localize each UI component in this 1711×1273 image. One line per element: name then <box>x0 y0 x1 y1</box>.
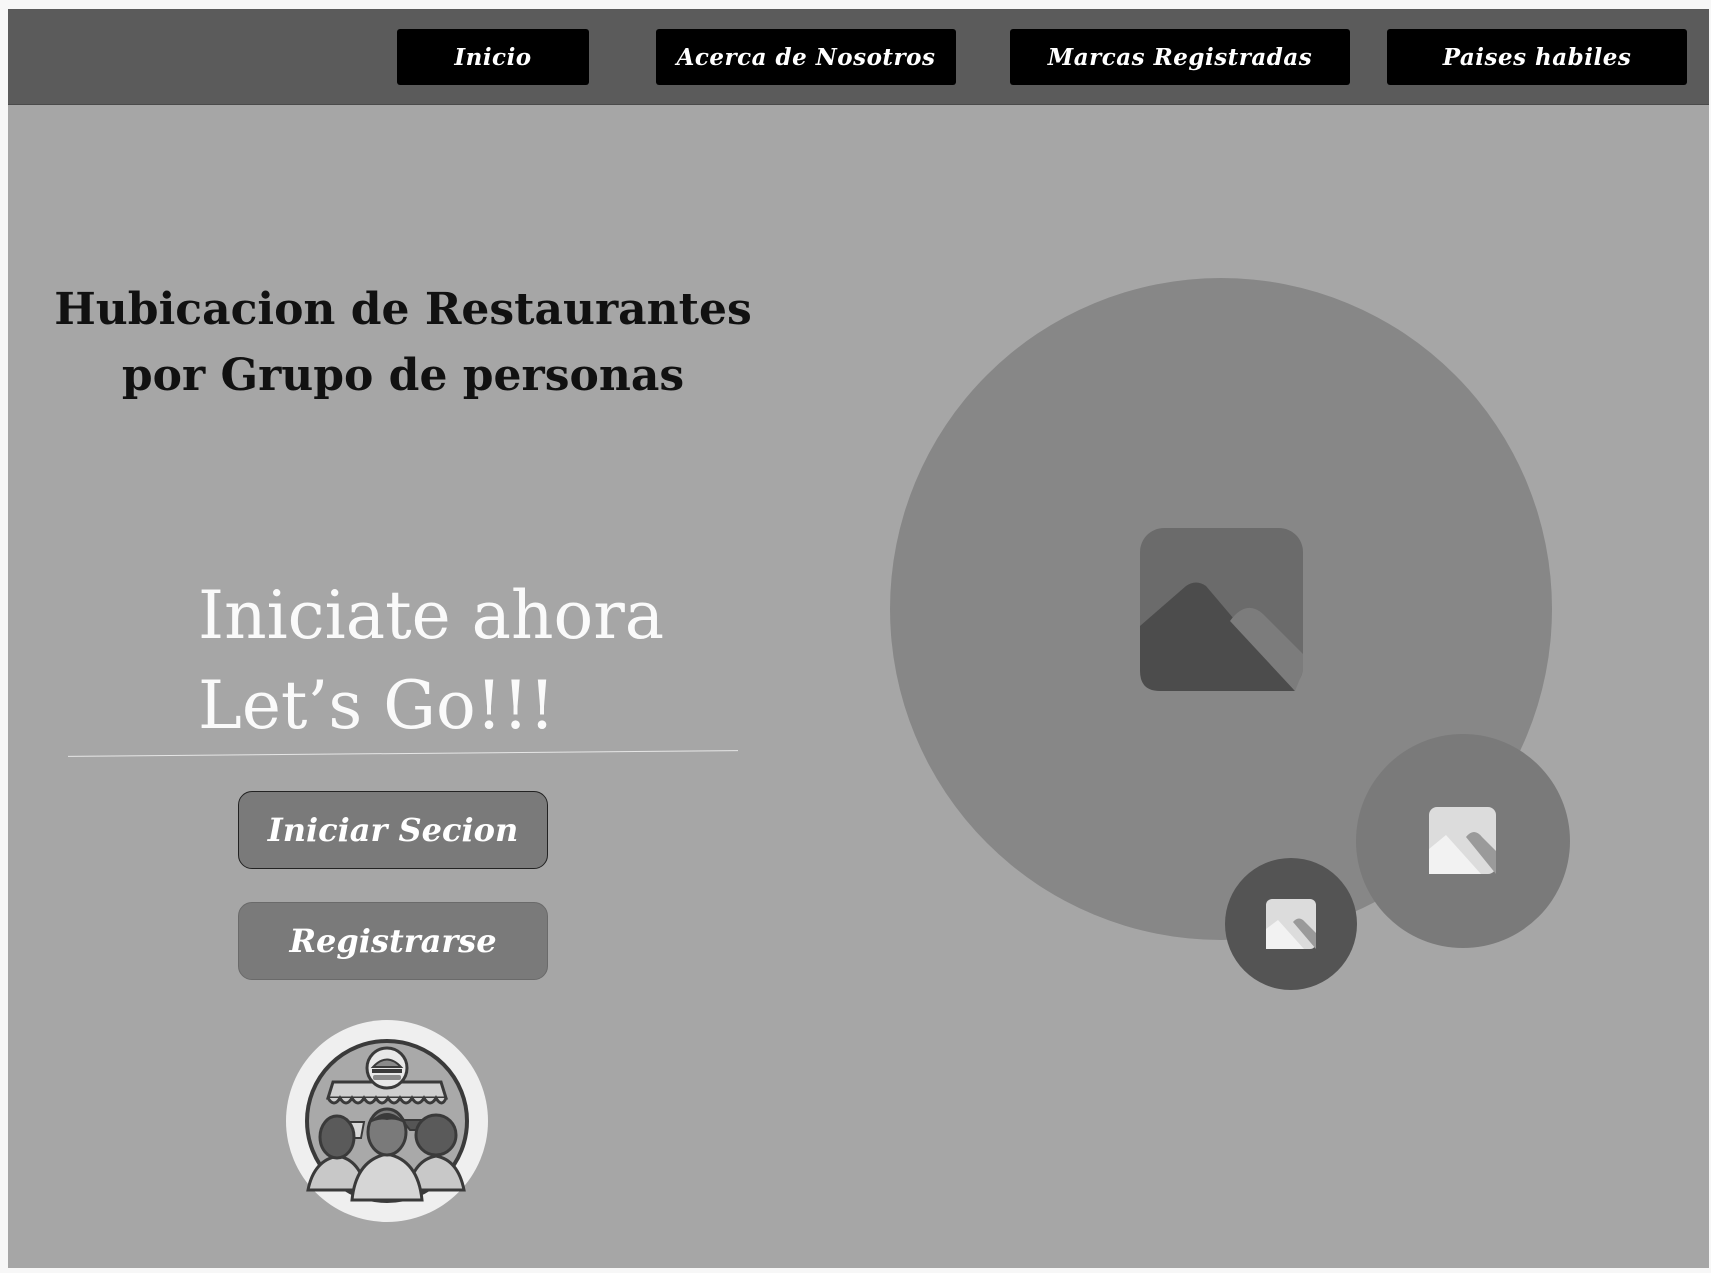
image-placeholder-icon <box>1429 807 1496 874</box>
cta-text: Iniciate ahora Let’s Go!!! <box>198 571 664 751</box>
hero-title-line2: por Grupo de personas <box>121 350 685 401</box>
login-button[interactable]: Iniciar Secion <box>238 791 548 869</box>
image-placeholder-icon <box>1140 528 1303 691</box>
restaurant-group-logo-icon <box>286 1020 488 1222</box>
image-placeholder-icon <box>1266 899 1316 949</box>
hero-title: Hubicacion de Restaurantes por Grupo de … <box>48 277 758 409</box>
page-frame: Inicio Acerca de Nosotros Marcas Registr… <box>8 9 1709 1268</box>
cta-line2: Let’s Go!!! <box>198 667 556 744</box>
register-button[interactable]: Registrarse <box>238 902 548 980</box>
cta-line1: Iniciate ahora <box>198 577 665 654</box>
hero-title-line1: Hubicacion de Restaurantes <box>54 284 752 335</box>
